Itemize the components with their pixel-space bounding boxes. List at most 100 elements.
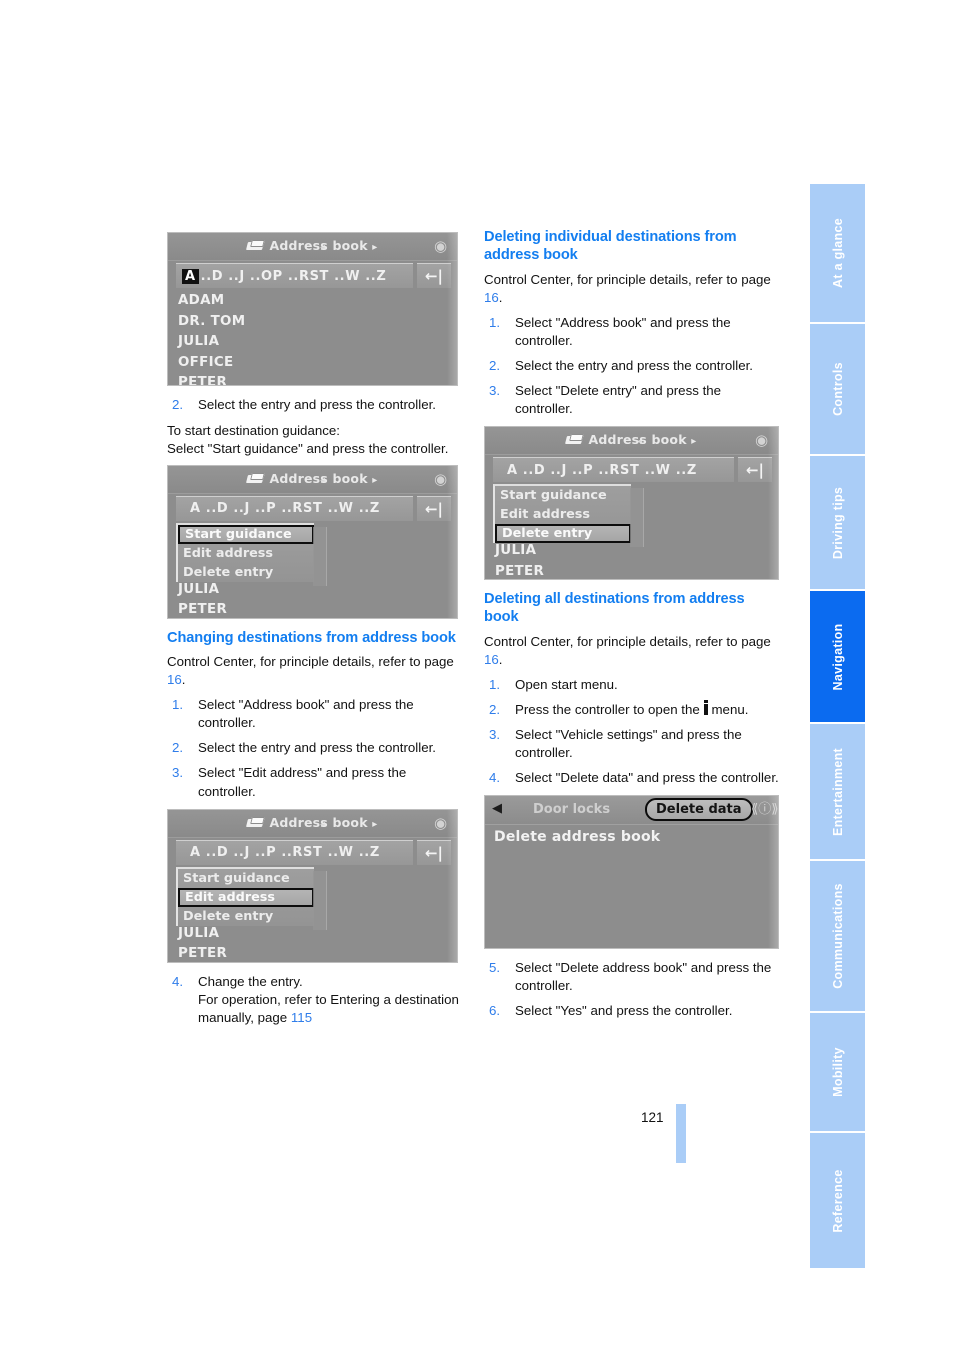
address-book-icon: [566, 434, 584, 445]
tab-door-locks[interactable]: Door locks: [533, 802, 610, 817]
list-item[interactable]: PETER: [168, 600, 457, 618]
list-item: 2. Select the entry and press the contro…: [167, 396, 462, 414]
screen-titlebar: ◂ Address book ▸ ◉: [485, 427, 778, 456]
rail-tab-communications[interactable]: Communications: [810, 861, 865, 1013]
page-reference[interactable]: 16: [484, 652, 499, 667]
back-button[interactable]: ←|: [417, 495, 451, 521]
menu-item-delete-entry[interactable]: Delete entry: [495, 524, 631, 544]
step-text-line2: For operation, refer to Entering a desti…: [198, 991, 459, 1025]
rail-tab-entertainment[interactable]: Entertainment: [810, 724, 865, 861]
menu-item-edit-address[interactable]: Edit address: [178, 887, 314, 907]
back-button[interactable]: ←|: [417, 263, 451, 288]
idrive-screenshot-address-book-list: ◂ Address book ▸ ◉ A ..D ..J ..OP ..RST .…: [167, 232, 458, 386]
step-number: 4.: [489, 769, 501, 785]
scroll-shading: [768, 796, 778, 949]
step-number: 3.: [172, 765, 184, 781]
list-item: 4. Change the entry. For operation, refe…: [167, 973, 462, 1027]
rail-tab-mobility[interactable]: Mobility: [810, 1013, 865, 1133]
menu-item-edit-address[interactable]: Edit address: [178, 544, 314, 563]
intro-paragraph: Control Center, for principle details, r…: [484, 633, 771, 667]
step-number: 1.: [172, 697, 184, 713]
rail-tab-label: At a glance: [830, 218, 845, 288]
back-button[interactable]: ←|: [738, 457, 772, 483]
menu-item-edit-address[interactable]: Edit address: [495, 505, 631, 524]
address-book-icon: [247, 817, 265, 828]
address-entry-list: ADAM DR. TOM JULIA OFFICE PETER: [168, 289, 457, 385]
alphabet-selector-bar[interactable]: A ..D ..J ..OP ..RST ..W ..Z: [176, 263, 413, 288]
rail-tab-reference[interactable]: Reference: [810, 1133, 865, 1270]
menu-shadow: [313, 870, 327, 930]
list-item: 3. Select "Edit address" and press the co…: [167, 764, 462, 800]
guidance-paragraph: To start destination guidance: Select "S…: [167, 422, 462, 458]
list-item: 2. Press the controller to open the menu…: [484, 699, 782, 719]
section-heading-changing: Changing destinations from address book: [167, 629, 456, 646]
list-item: 1. Open start menu.: [484, 676, 782, 694]
list-item[interactable]: PETER: [168, 373, 457, 385]
idrive-screenshot-delete-entry-selected: ◂ Address book ▸ ◉ A ..D ..J ..P ..RST .…: [484, 426, 779, 581]
right-step-list-2: 1. Open start menu. 2. Press the control…: [484, 676, 782, 787]
alphabet-selector-bar[interactable]: A ..D ..J ..P ..RST ..W ..Z: [176, 839, 413, 865]
menu-item-delete-entry[interactable]: Delete entry: [178, 563, 314, 582]
menu-item-start-guidance[interactable]: Start guidance: [495, 486, 631, 505]
step-text: Select "Delete data" and press the contr…: [515, 769, 779, 785]
alphabet-selector-bar[interactable]: A ..D ..J ..P ..RST ..W ..Z: [176, 495, 413, 521]
list-item[interactable]: ADAM: [168, 291, 457, 312]
tab-delete-data[interactable]: Delete data: [645, 798, 753, 822]
step-number: 3.: [489, 726, 501, 742]
step-text: Select "Delete entry" and press the cont…: [515, 382, 722, 416]
rail-tab-label: Communications: [830, 883, 845, 989]
alphabet-selector-bar[interactable]: A ..D ..J ..P ..RST ..W ..Z: [493, 457, 734, 483]
list-item[interactable]: DR. TOM: [168, 312, 457, 333]
menu-item-delete-entry[interactable]: Delete entry: [178, 907, 314, 926]
info-menu-icon: [704, 699, 709, 715]
rail-tab-label: Reference: [830, 1168, 845, 1233]
menu-item-start-guidance[interactable]: Start guidance: [178, 869, 314, 888]
right-text-column: Deleting individual destinations from ad…: [484, 228, 782, 1028]
prev-arrow-icon[interactable]: ◀: [492, 802, 506, 816]
rail-tab-navigation[interactable]: Navigation: [810, 591, 865, 724]
step-number: 1.: [489, 676, 501, 692]
list-item: 1. Select "Address book" and press the co…: [484, 314, 782, 350]
step-number: 3.: [489, 382, 501, 398]
list-item: 4. Select "Delete data" and press the co…: [484, 769, 782, 787]
context-menu[interactable]: Start guidance Edit address Delete entry: [176, 522, 327, 586]
section-heading-deleting-individual: Deleting individual destinations from ad…: [484, 229, 737, 264]
menu-item-start-guidance[interactable]: Start guidance: [178, 524, 314, 544]
step-text: Select "Edit address" and press the cont…: [198, 765, 407, 799]
list-item[interactable]: JULIA: [168, 332, 457, 353]
right-step-list-3: 5. Select "Delete address book" and press…: [484, 959, 782, 1020]
rail-tab-label: Mobility: [830, 1047, 845, 1097]
list-item: 3. Select "Delete entry" and press the co…: [484, 382, 782, 418]
left-text-column: ◂ Address book ▸ ◉ A ..D ..J ..OP ..RST .…: [167, 228, 462, 1035]
menu-shadow: [313, 526, 327, 586]
step-text: Open start menu.: [515, 676, 618, 692]
list-item[interactable]: PETER: [168, 944, 457, 962]
step-text-line1: Change the entry.: [198, 973, 303, 989]
rail-tab-driving-tips[interactable]: Driving tips: [810, 456, 865, 591]
page-reference[interactable]: 115: [291, 1010, 312, 1025]
page-number: 121: [641, 1110, 664, 1125]
page-reference[interactable]: 16: [484, 290, 499, 305]
rail-tab-controls[interactable]: Controls: [810, 324, 865, 456]
rail-tab-at-a-glance[interactable]: At a glance: [810, 184, 865, 324]
address-book-icon: [247, 240, 265, 251]
step-number: 2.: [172, 740, 184, 756]
step-number: 4.: [172, 973, 184, 989]
list-item: 5. Select "Delete address book" and press…: [484, 959, 782, 995]
list-item[interactable]: OFFICE: [168, 353, 457, 374]
back-button[interactable]: ←|: [417, 839, 451, 865]
intro-paragraph: Control Center, for principle details, r…: [167, 654, 454, 688]
rail-tab-label: Navigation: [830, 623, 845, 690]
scroll-shading: [768, 427, 778, 580]
address-book-icon: [247, 473, 265, 484]
left-step-list-changing: 1. Select "Address book" and press the co…: [167, 696, 462, 800]
list-item-delete-address-book[interactable]: Delete address book: [485, 825, 778, 846]
step-number: 6.: [489, 1003, 501, 1019]
step-text: Press the controller to open the menu.: [515, 699, 749, 717]
left-step-list-bottom: 4. Change the entry. For operation, refe…: [167, 973, 462, 1027]
page-reference[interactable]: 16: [167, 672, 182, 687]
list-item[interactable]: PETER: [485, 562, 778, 580]
step-text: Select the entry and press the controlle…: [515, 357, 753, 373]
context-menu[interactable]: Start guidance Edit address Delete entry: [493, 484, 644, 548]
context-menu[interactable]: Start guidance Edit address Delete entry: [176, 866, 327, 930]
